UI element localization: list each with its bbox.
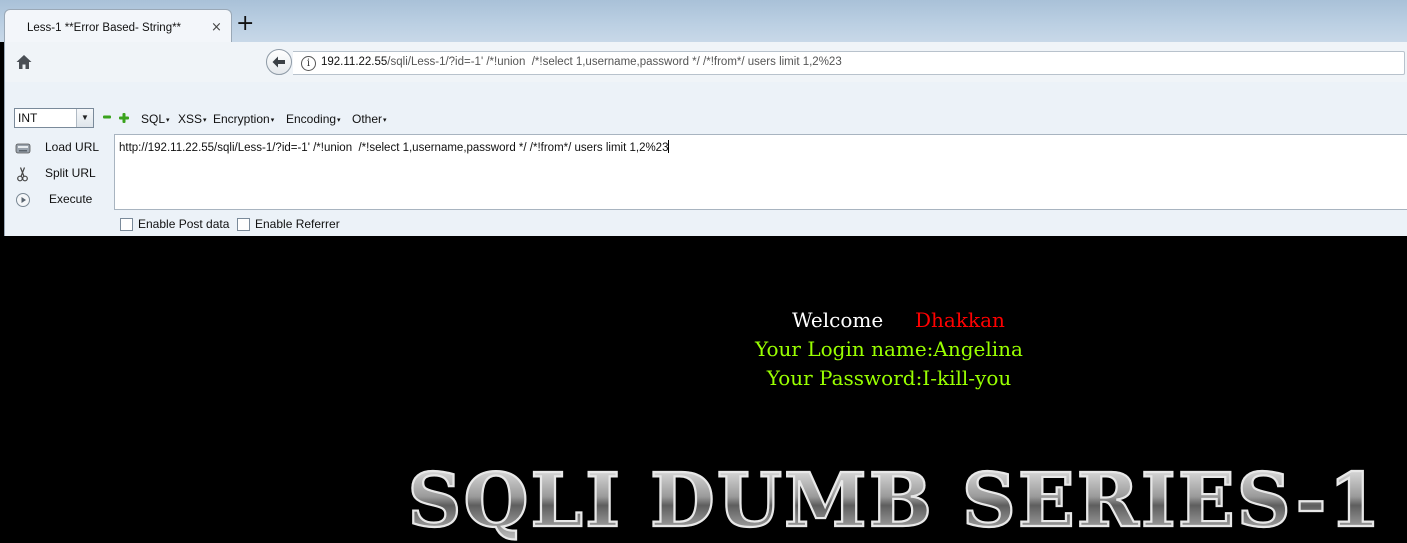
banner-text: SQLI DUMB SERIES-1 xyxy=(408,458,1383,542)
page-content: Welcome Dhakkan Your Login name:Angelina… xyxy=(4,236,1407,543)
address-bar[interactable]: i 192.11.22.55/sqli/Less-1/?id=-1' /*!un… xyxy=(293,51,1405,75)
menu-sql[interactable]: SQL▾ xyxy=(141,112,170,126)
execute-button[interactable]: Execute xyxy=(11,190,111,210)
tab-title: Less-1 **Error Based- String** xyxy=(27,22,182,34)
decrease-icon[interactable] xyxy=(103,113,111,121)
load-url-button[interactable]: Load URL xyxy=(11,138,111,158)
address-text: 192.11.22.55/sqli/Less-1/?id=-1' /*!unio… xyxy=(321,56,842,68)
site-info-icon[interactable]: i xyxy=(301,56,316,71)
hackbar-url-text: http://192.11.22.55/sqli/Less-1/?id=-1' … xyxy=(119,140,670,154)
tab-close-icon[interactable]: × xyxy=(211,20,222,35)
welcome-line: Welcome Dhakkan xyxy=(792,308,1005,332)
checkbox-box[interactable] xyxy=(237,218,250,231)
chevron-down-icon: ▼ xyxy=(76,109,93,127)
menu-encryption[interactable]: Encryption▾ xyxy=(213,112,274,126)
login-name-result: Your Login name:Angelina xyxy=(755,337,1023,361)
new-tab-button[interactable]: + xyxy=(236,13,254,35)
increase-icon[interactable] xyxy=(119,113,129,123)
text-caret xyxy=(668,140,670,153)
load-url-label: Load URL xyxy=(45,140,100,154)
enable-post-label: Enable Post data xyxy=(138,217,230,231)
sqli-dumb-series-banner: SQLI DUMB SERIES-1 xyxy=(406,457,1383,542)
menu-encoding[interactable]: Encoding▾ xyxy=(286,112,341,126)
menu-other[interactable]: Other▾ xyxy=(352,112,387,126)
menu-xss[interactable]: XSS▾ xyxy=(178,112,207,126)
password-result: Your Password:I-kill-you xyxy=(766,366,1012,390)
checkbox-box[interactable] xyxy=(120,218,133,231)
welcome-username: Dhakkan xyxy=(915,308,1005,332)
url-path: /sqli/Less-1/?id=-1' /*!union /*!select … xyxy=(387,56,842,68)
hackbar-url-textarea[interactable]: http://192.11.22.55/sqli/Less-1/?id=-1' … xyxy=(114,134,1407,210)
hackbar-toolbar: INT ▼ SQL▾ XSS▾ Encryption▾ Encoding▾ Ot… xyxy=(4,82,1407,236)
welcome-text: Welcome xyxy=(792,308,884,332)
navigation-bar: i 192.11.22.55/sqli/Less-1/?id=-1' /*!un… xyxy=(4,42,1407,82)
type-select[interactable]: INT ▼ xyxy=(14,108,94,128)
execute-label: Execute xyxy=(49,192,93,206)
play-icon xyxy=(16,193,30,207)
back-arrow-icon xyxy=(272,56,285,68)
split-url-label: Split URL xyxy=(45,166,96,180)
back-button[interactable] xyxy=(266,49,292,75)
type-select-value: INT xyxy=(18,111,38,125)
load-url-icon xyxy=(15,143,31,154)
browser-tab[interactable]: Less-1 **Error Based- String** × xyxy=(4,9,232,44)
browser-titlebar: Less-1 **Error Based- String** × + xyxy=(0,0,1407,44)
scissors-icon xyxy=(17,167,28,182)
enable-referrer-label: Enable Referrer xyxy=(255,217,340,231)
split-url-button[interactable]: Split URL xyxy=(11,164,111,184)
url-host: 192.11.22.55 xyxy=(321,56,388,68)
home-icon[interactable] xyxy=(15,53,33,71)
